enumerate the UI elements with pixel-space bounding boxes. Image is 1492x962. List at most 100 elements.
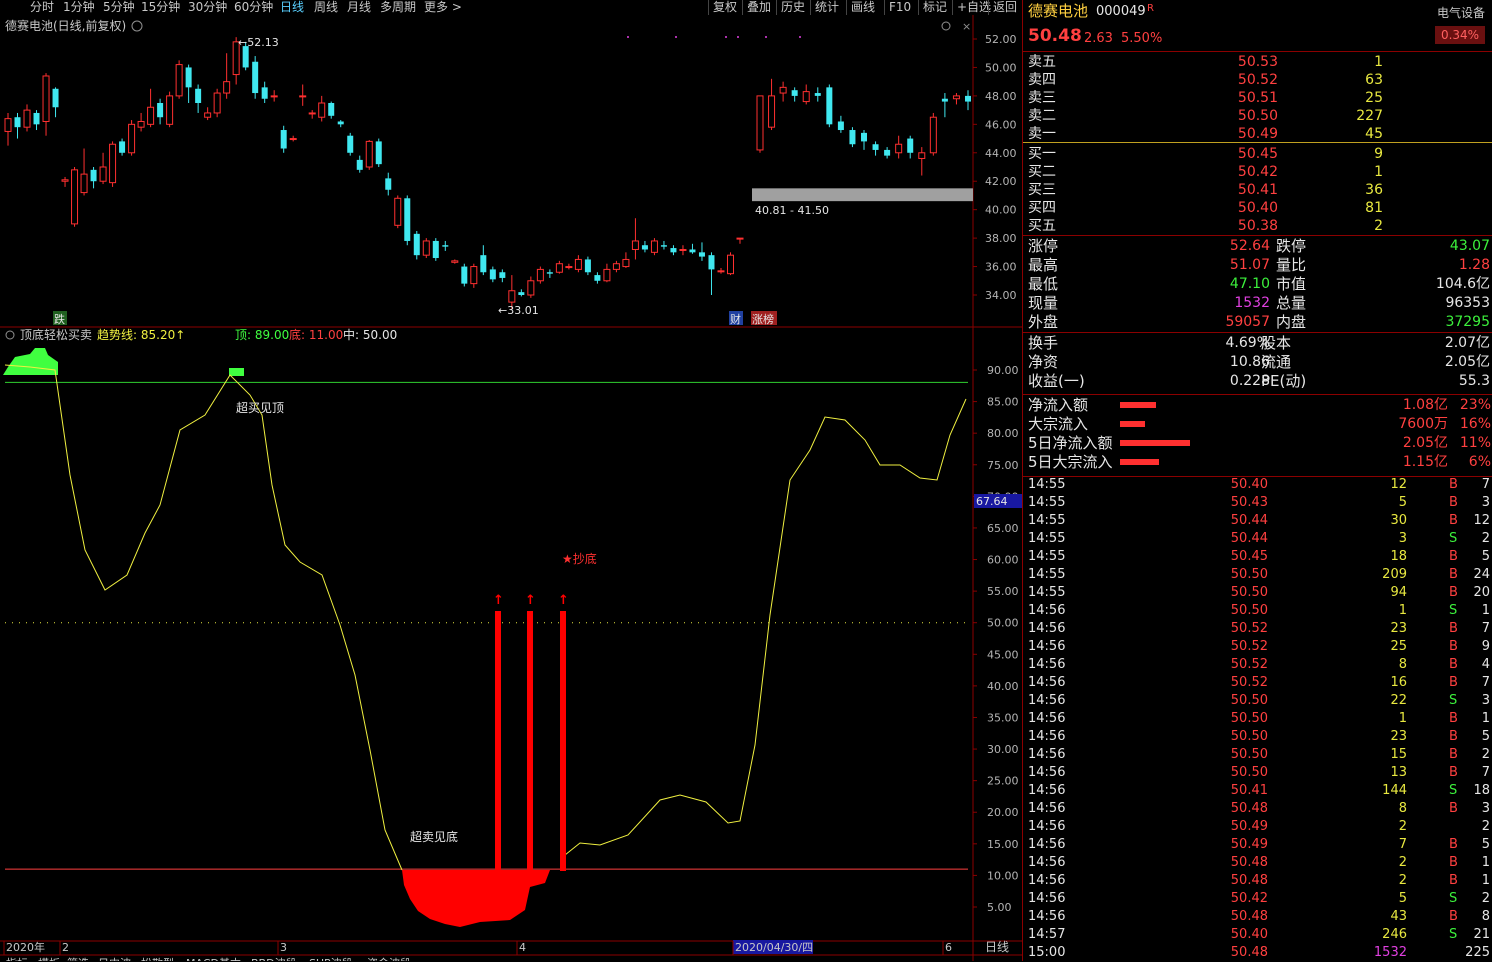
candle [432, 238, 439, 261]
indicator-tab-4[interactable]: 松散型 [141, 956, 174, 961]
ask-label: 卖三 [1028, 90, 1056, 106]
candle [489, 266, 496, 283]
tick-direction: B [1449, 711, 1458, 726]
period-tab-9[interactable]: 多周期 [380, 0, 416, 14]
settings-icon[interactable] [941, 21, 951, 31]
indicator-tick-label: 75.00 [987, 459, 1019, 472]
ask-label: 卖二 [1028, 108, 1056, 124]
indicator-tab-1[interactable]: 模板 [38, 956, 60, 961]
indicator-tab-6[interactable]: BBD波段 [251, 956, 297, 961]
indicator-tab-5[interactable]: MACD基本 [186, 956, 241, 961]
tick-direction: B [1449, 747, 1458, 762]
candle [779, 81, 787, 102]
ask-price: 50.49 [1237, 126, 1278, 142]
price-range-label: 40.81 - 41.50 [755, 204, 829, 217]
tick-volume: 1 [1398, 603, 1407, 618]
tick-volume: 2 [1398, 873, 1407, 888]
date-label: 2020年 [6, 940, 45, 954]
tick-time: 15:00 [1028, 945, 1066, 960]
panel-separator [1023, 51, 1492, 52]
period-tab-1[interactable]: 1分钟 [63, 0, 95, 14]
stock-badge: R [1147, 3, 1154, 14]
date-label: 6 [945, 941, 952, 954]
tick-direction: B [1449, 477, 1458, 492]
panel-separator [1023, 235, 1492, 236]
tick-price: 50.48 [1230, 801, 1268, 816]
period-tab-7[interactable]: 周线 [314, 0, 338, 14]
indicator-tab-7[interactable]: SUP波段 [309, 956, 353, 961]
toolbar-button-3[interactable]: 统计 [810, 0, 843, 15]
candle [166, 91, 174, 128]
period-tab-10[interactable]: 更多 > [424, 0, 462, 14]
close-icon[interactable]: × [962, 20, 971, 33]
period-tab-6[interactable]: 日线 [280, 0, 304, 14]
candle [965, 90, 971, 111]
period-tab-5[interactable]: 60分钟 [234, 0, 273, 14]
tick-direction: B [1449, 513, 1458, 528]
toolbar-button-5[interactable]: F10 [884, 0, 915, 15]
tick-direction: B [1449, 675, 1458, 690]
tick-price: 50.48 [1230, 945, 1268, 960]
candle [204, 107, 212, 121]
candle [837, 115, 844, 133]
candle [90, 167, 97, 189]
toolbar-button-8[interactable]: 返回 [988, 0, 1021, 15]
toolbar-button-4[interactable]: 画线 [846, 0, 879, 15]
candle [670, 245, 677, 256]
overbought-zone [3, 348, 58, 375]
candle [175, 60, 183, 99]
candle [631, 218, 639, 260]
stat-value: 0.228 [1229, 373, 1270, 389]
bid-price: 50.45 [1237, 146, 1278, 162]
toolbar-button-2[interactable]: 历史 [776, 0, 809, 15]
tick-price: 50.52 [1230, 675, 1268, 690]
indicator-tab-0[interactable]: 指标 [6, 956, 28, 961]
flow-value: 2.05亿 [1402, 435, 1448, 451]
chevron-down-icon[interactable] [131, 20, 143, 32]
toolbar-button-6[interactable]: 标记 [918, 0, 951, 15]
bid-volume: 2 [1374, 218, 1383, 234]
period-tab-2[interactable]: 5分钟 [103, 0, 135, 14]
tick-count: 5 [1481, 549, 1490, 564]
indicator-tab-3[interactable]: 日内波 [98, 956, 131, 961]
period-tab-0[interactable]: 分时 [30, 0, 54, 14]
indicator-tick-label: 40.00 [987, 680, 1019, 693]
indicator-tab-2[interactable]: 筛选 [67, 956, 89, 961]
ask-volume: 25 [1365, 90, 1383, 106]
indicator-tab-8[interactable]: 资金波段 [367, 956, 411, 961]
indicator-menu-icon[interactable] [5, 330, 15, 340]
tick-volume: 209 [1382, 567, 1407, 582]
tick-time: 14:56 [1028, 603, 1066, 618]
candlestick-chart[interactable]: 52.00 50.00 48.00 46.00 44.00 42.00 40.00 38.00… [0, 15, 1022, 961]
candle [527, 276, 535, 298]
candle [612, 260, 620, 273]
candle [726, 252, 734, 276]
period-tab-4[interactable]: 30分钟 [188, 0, 227, 14]
candle [802, 84, 810, 105]
tick-price: 50.52 [1230, 621, 1268, 636]
tick-time: 14:56 [1028, 747, 1066, 762]
tick-count: 2 [1481, 891, 1490, 906]
tick-direction: B [1449, 657, 1458, 672]
period-tab-8[interactable]: 月线 [347, 0, 371, 14]
toolbar-button-1[interactable]: 叠加 [742, 0, 775, 15]
bid-price: 50.42 [1237, 164, 1278, 180]
indicator-tick-label: 10.00 [987, 869, 1019, 882]
candle [679, 245, 687, 256]
stat-label: 跌停 [1276, 237, 1307, 255]
flow-bar [1120, 421, 1145, 427]
marker-zhangting-label: 涨榜 [752, 312, 774, 326]
candle [480, 245, 487, 276]
event-dot [725, 36, 727, 38]
tick-volume: 8 [1398, 801, 1407, 816]
tick-count: 2 [1481, 747, 1490, 762]
tick-price: 50.52 [1230, 639, 1268, 654]
stat-label: 换手 [1028, 334, 1059, 352]
tick-count: 2 [1481, 531, 1490, 546]
toolbar-button-0[interactable]: 复权 [708, 0, 741, 15]
candle [499, 269, 506, 283]
oversold-annotation: 超卖见底 [410, 829, 458, 844]
bid-volume: 9 [1374, 146, 1383, 162]
period-tab-3[interactable]: 15分钟 [141, 0, 180, 14]
tick-price: 50.40 [1230, 927, 1268, 942]
